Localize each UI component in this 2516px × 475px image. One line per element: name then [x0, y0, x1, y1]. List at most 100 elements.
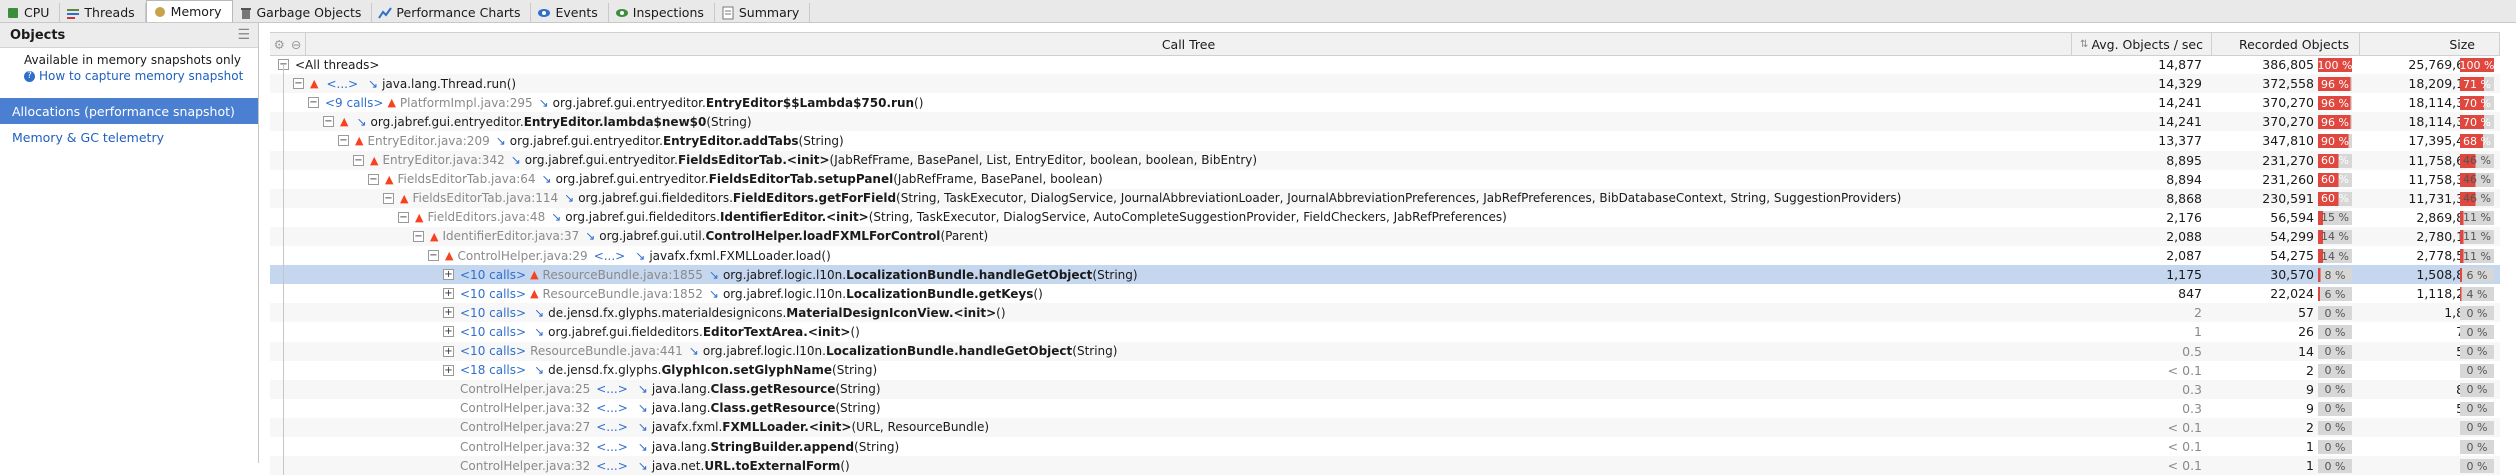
collapse-icon[interactable]: − [368, 173, 379, 185]
collapse-icon[interactable]: − [323, 116, 334, 128]
capture-snapshot-link[interactable]: ? How to capture memory snapshot [24, 68, 248, 84]
call-tree-node[interactable]: − ▲ FieldsEditorTab.java:64 ↘ org.jabref.gui… [270, 170, 2170, 189]
table-row[interactable]: + <10 calls> ▲ ResourceBundle.java:1855 ↘ org… [270, 265, 2500, 285]
gear-icon[interactable]: ⚙ [274, 37, 285, 52]
call-tree-node[interactable]: − ▲ <...> ↘ java.lang.Thread.run() [270, 74, 2095, 93]
call-tree-node[interactable]: − <9 calls> ▲ PlatformImpl.java:295 ↘ org.jab… [270, 93, 2110, 112]
table-row[interactable]: ControlHelper.java:27 <...> ↘ javafx.fxml.F… [270, 417, 2500, 437]
source-location[interactable]: PlatformImpl.java:295 [400, 96, 533, 110]
call-tree-node[interactable]: −<All threads> [270, 55, 2080, 74]
collapse-icon[interactable]: − [353, 154, 364, 166]
table-row[interactable]: − ▲ ↘ org.jabref.gui.entryeditor.EntryEdito… [270, 112, 2500, 132]
call-tree-node[interactable]: − ▲ EntryEditor.java:209 ↘ org.jabref.gui.en… [270, 131, 2140, 150]
call-tree-node[interactable]: ControlHelper.java:25 <...> ↘ java.lang.Cla… [270, 380, 2245, 399]
table-row[interactable]: − ▲ FieldEditors.java:48 ↘ org.jabref.gui.fi… [270, 208, 2500, 227]
expand-icon[interactable]: + [443, 269, 454, 281]
collapsed-frames[interactable]: <...> [326, 77, 358, 91]
table-row[interactable]: − ▲ EntryEditor.java:342 ↘ org.jabref.gui.en… [270, 150, 2500, 170]
column-recorded-objects[interactable]: Recorded Objects [2212, 33, 2360, 55]
call-tree-node[interactable]: − ▲ IdentifierEditor.java:37 ↘ org.jabref.gu… [270, 227, 2215, 246]
source-location[interactable]: FieldEditors.java:48 [427, 210, 545, 224]
expand-icon[interactable]: + [443, 288, 454, 300]
table-row[interactable]: ControlHelper.java:25 <...> ↘ java.lang.Cla… [270, 379, 2500, 399]
table-row[interactable]: − ▲ IdentifierEditor.java:37 ↘ org.jabref.gu… [270, 226, 2500, 246]
source-location[interactable]: ControlHelper.java:29 [457, 249, 587, 263]
table-row[interactable]: − <9 calls> ▲ PlatformImpl.java:295 ↘ org.jab… [270, 93, 2500, 112]
tab-memory[interactable]: Memory [145, 0, 233, 22]
tab-threads[interactable]: Threads [60, 3, 146, 22]
tab-summary[interactable]: Summary [715, 3, 811, 22]
table-row[interactable]: − ▲ EntryEditor.java:209 ↘ org.jabref.gui.en… [270, 131, 2500, 150]
table-row[interactable]: + <10 calls> ↘ org.jabref.gui.fieldeditors.… [270, 322, 2500, 341]
table-row[interactable]: −<All threads>14,877386,805100 %25,769,6… [270, 55, 2500, 74]
column-size[interactable]: Size [2360, 33, 2500, 55]
collapse-icon[interactable]: − [413, 230, 424, 242]
table-row[interactable]: + <18 calls> ↘ de.jensd.fx.glyphs.GlyphIcon… [270, 361, 2500, 380]
collapse-icon[interactable]: − [338, 135, 349, 147]
call-tree-node[interactable]: + <10 calls> ↘ de.jensd.fx.glyphs.materiald… [270, 303, 2245, 322]
call-tree-node[interactable]: ControlHelper.java:32 <...> ↘ java.lang.Cla… [270, 399, 2245, 418]
expand-icon[interactable]: + [443, 307, 454, 319]
collapse-icon[interactable]: − [308, 97, 319, 109]
collapsed-frames[interactable]: <...> [596, 420, 628, 434]
tab-events[interactable]: Events [531, 3, 609, 22]
collapsed-frames[interactable]: <...> [596, 401, 628, 415]
column-avg-objects[interactable]: ⇅ Avg. Objects / sec [2072, 33, 2212, 55]
menu-icon[interactable]: ☰ [237, 27, 250, 43]
source-location[interactable]: ControlHelper.java:32 [460, 401, 590, 415]
source-location[interactable]: ResourceBundle.java:1852 [543, 287, 703, 301]
call-tree-node[interactable]: − ▲ FieldsEditorTab.java:114 ↘ org.jabref.gu… [270, 189, 2185, 208]
call-tree-node[interactable]: ControlHelper.java:27 <...> ↘ javafx.fxml.F… [270, 418, 2245, 437]
table-row[interactable]: ControlHelper.java:32 <...> ↘ java.lang.Cla… [270, 399, 2500, 418]
sidebar-item-memory-gc-telemetry[interactable]: Memory & GC telemetry [0, 124, 258, 150]
collapse-icon[interactable]: − [428, 250, 439, 261]
expand-icon[interactable]: + [443, 364, 454, 376]
collapsed-frames[interactable]: <...> [596, 440, 628, 454]
call-tree-node[interactable]: − ▲ EntryEditor.java:342 ↘ org.jabref.gui.en… [270, 151, 2155, 170]
expand-icon[interactable]: + [443, 345, 454, 357]
table-row[interactable]: − ▲ <...> ↘ java.lang.Thread.run() 14,329 372,… [270, 74, 2500, 94]
tab-inspections[interactable]: Inspections [609, 3, 715, 22]
table-row[interactable]: − ▲ ControlHelper.java:29 <...> ↘ javafx.fxml… [270, 246, 2500, 265]
source-location[interactable]: EntryEditor.java:209 [367, 134, 489, 148]
collapse-icon[interactable]: − [398, 211, 409, 223]
source-location[interactable]: ControlHelper.java:27 [460, 420, 590, 434]
collapsed-frames[interactable]: <...> [594, 249, 626, 263]
filter-icon[interactable]: ⊖ [291, 37, 301, 52]
call-tree-node[interactable]: − ▲ ↘ org.jabref.gui.entryeditor.EntryEdito… [270, 112, 2125, 131]
source-location[interactable]: IdentifierEditor.java:37 [442, 229, 579, 243]
call-tree-node[interactable]: + <18 calls> ↘ de.jensd.fx.glyphs.GlyphIcon… [270, 361, 2245, 380]
settings-icon-cell[interactable]: ⚙ ⊖ [270, 33, 306, 55]
source-location[interactable]: FieldsEditorTab.java:114 [412, 191, 558, 205]
source-location[interactable]: ControlHelper.java:32 [460, 459, 590, 473]
call-tree-node[interactable]: + <10 calls> ↘ org.jabref.gui.fieldeditors.… [270, 322, 2245, 341]
collapsed-frames[interactable]: <...> [596, 459, 628, 473]
tab-performance-charts[interactable]: Performance Charts [372, 3, 532, 22]
table-row[interactable]: − ▲ FieldsEditorTab.java:64 ↘ org.jabref.gui… [270, 170, 2500, 189]
expand-icon[interactable]: + [443, 326, 454, 338]
tab-garbage-objects[interactable]: Garbage Objects [233, 3, 373, 22]
table-row[interactable]: + <10 calls> ↘ de.jensd.fx.glyphs.materiald… [270, 303, 2500, 323]
collapse-icon[interactable]: − [383, 192, 394, 204]
collapse-icon[interactable]: − [293, 78, 304, 90]
source-location[interactable]: ControlHelper.java:32 [460, 440, 590, 454]
table-row[interactable]: − ▲ FieldsEditorTab.java:114 ↘ org.jabref.gu… [270, 188, 2500, 208]
call-tree-node[interactable]: + <10 calls> ▲ ResourceBundle.java:1855 ↘ org… [270, 265, 2245, 284]
source-location[interactable]: FieldsEditorTab.java:64 [397, 172, 535, 186]
source-location[interactable]: EntryEditor.java:342 [382, 153, 504, 167]
sidebar-item-allocations[interactable]: Allocations (performance snapshot) [0, 98, 258, 124]
source-location[interactable]: ResourceBundle.java:1855 [543, 268, 703, 282]
call-tree-node[interactable]: ControlHelper.java:32 <...> ↘ java.lang.Str… [270, 437, 2245, 456]
call-tree-node[interactable]: ControlHelper.java:32 <...> ↘ java.net.URL.… [270, 456, 2245, 475]
table-row[interactable]: + <10 calls> ResourceBundle.java:441 ↘ org.j… [270, 341, 2500, 361]
table-row[interactable]: ControlHelper.java:32 <...> ↘ java.net.URL.… [270, 456, 2500, 475]
table-row[interactable]: + <10 calls> ▲ ResourceBundle.java:1852 ↘ org… [270, 284, 2500, 303]
collapsed-frames[interactable]: <...> [596, 382, 628, 396]
call-tree-node[interactable]: + <10 calls> ResourceBundle.java:441 ↘ org.j… [270, 342, 2245, 361]
call-tree-node[interactable]: + <10 calls> ▲ ResourceBundle.java:1852 ↘ org… [270, 284, 2245, 303]
column-call-tree[interactable]: Call Tree [306, 33, 2072, 55]
tab-cpu[interactable]: CPU [0, 3, 61, 22]
call-tree-node[interactable]: − ▲ ControlHelper.java:29 <...> ↘ javafx.fxml… [270, 246, 2230, 265]
source-location[interactable]: ResourceBundle.java:441 [530, 344, 683, 358]
source-location[interactable]: ControlHelper.java:25 [460, 382, 590, 396]
